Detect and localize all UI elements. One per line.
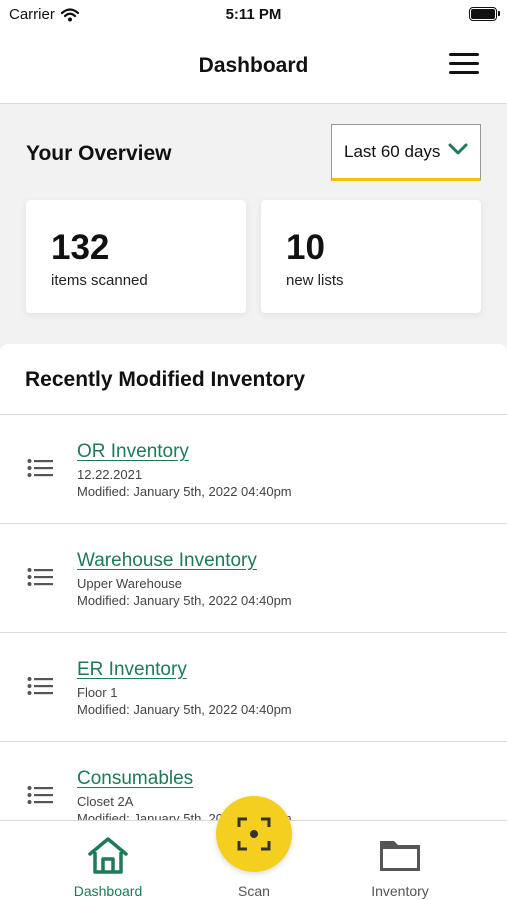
inventory-subtitle: Closet 2A: [77, 794, 134, 809]
recent-inventory-section: Recently Modified Inventory OR Inventory…: [0, 344, 507, 820]
home-icon: [88, 837, 128, 874]
stat-value: 10: [286, 228, 325, 267]
inventory-subtitle: Upper Warehouse: [77, 576, 183, 591]
tab-label: Inventory: [371, 883, 429, 899]
tab-label: Scan: [238, 883, 270, 899]
inventory-name-link[interactable]: OR Inventory: [77, 441, 189, 463]
list-icon: [27, 677, 53, 695]
scan-button[interactable]: [216, 796, 292, 872]
stat-value: 132: [51, 228, 110, 267]
inventory-name-link[interactable]: Warehouse Inventory: [77, 550, 257, 572]
list-item[interactable]: ER Inventory Floor 1 Modified: January 5…: [0, 633, 507, 742]
section-title: Recently Modified Inventory: [0, 344, 507, 415]
stat-card-items-scanned: 132 items scanned: [26, 200, 246, 313]
stat-label: items scanned: [51, 272, 148, 289]
tab-label: Dashboard: [73, 883, 143, 899]
list-icon: [27, 459, 53, 477]
page-title: Dashboard: [198, 54, 309, 77]
stat-label: new lists: [286, 272, 344, 289]
list-icon: [27, 786, 53, 804]
status-time: 5:11 PM: [225, 6, 282, 23]
scan-icon: [237, 817, 271, 851]
tab-inventory[interactable]: Inventory: [345, 833, 455, 899]
list-item[interactable]: Warehouse Inventory Upper Warehouse Modi…: [0, 524, 507, 633]
list-icon: [27, 568, 53, 586]
nav-bar: Dashboard: [0, 30, 507, 104]
chevron-down-icon: [448, 143, 468, 155]
list-item[interactable]: OR Inventory 12.22.2021 Modified: Januar…: [0, 415, 507, 524]
status-bar: Carrier 5:11 PM: [0, 0, 507, 30]
date-range-select[interactable]: Last 60 days: [331, 124, 481, 181]
overview-title: Your Overview: [26, 142, 172, 165]
inventory-modified: Modified: January 5th, 2022 04:40pm: [77, 702, 292, 717]
inventory-subtitle: 12.22.2021: [77, 467, 143, 482]
menu-icon[interactable]: [449, 53, 479, 77]
folder-icon: [380, 841, 420, 871]
tab-dashboard[interactable]: Dashboard: [53, 833, 163, 899]
inventory-name-link[interactable]: ER Inventory: [77, 659, 187, 681]
date-range-value: Last 60 days: [344, 141, 441, 161]
inventory-name-link[interactable]: Consumables: [77, 768, 193, 790]
inventory-modified: Modified: January 5th, 2022 04:40pm: [77, 484, 292, 499]
battery-icon: [469, 7, 500, 21]
inventory-modified: Modified: January 5th, 2022 04:40pm: [77, 593, 292, 608]
stat-card-new-lists: 10 new lists: [261, 200, 481, 313]
inventory-subtitle: Floor 1: [77, 685, 118, 700]
